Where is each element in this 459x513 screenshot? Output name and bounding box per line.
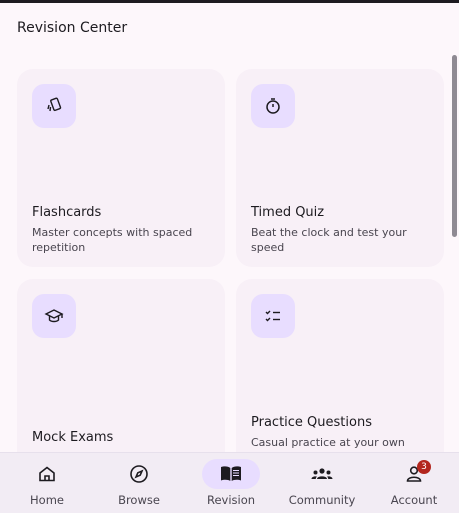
flashcards-icon xyxy=(32,84,76,128)
flashcards-card[interactable]: Flashcards Master concepts with spaced r… xyxy=(17,69,225,267)
card-title: Mock Exams xyxy=(32,430,114,445)
notification-badge: 3 xyxy=(417,460,431,474)
scrollbar[interactable] xyxy=(452,55,457,237)
people-icon xyxy=(293,459,351,489)
timed-quiz-card[interactable]: Timed Quiz Beat the clock and test your … xyxy=(236,69,444,267)
nav-item-revision[interactable]: Revision xyxy=(185,453,277,513)
nav-item-account[interactable]: 3 Account xyxy=(368,453,459,513)
nav-label: Browse xyxy=(118,493,160,507)
nav-label: Home xyxy=(30,493,64,507)
card-description: Beat the clock and test your speed xyxy=(251,226,407,254)
nav-label: Revision xyxy=(206,493,256,507)
nav-item-browse[interactable]: Browse xyxy=(93,453,185,513)
card-title: Timed Quiz xyxy=(251,205,325,220)
page-title: Revision Center xyxy=(17,20,128,36)
card-description: Master concepts with spaced repetition xyxy=(32,226,193,254)
revision-cards-grid[interactable]: Flashcards Master concepts with spaced r… xyxy=(0,56,459,452)
card-description: Casual practice at your own xyxy=(251,436,405,449)
nav-item-home[interactable]: Home xyxy=(1,453,93,513)
nav-label: Community xyxy=(288,493,356,507)
book-icon xyxy=(202,459,260,489)
nav-label: Account xyxy=(390,493,438,507)
compass-icon xyxy=(110,459,168,489)
practice-questions-card[interactable]: Practice Questions Casual practice at yo… xyxy=(236,279,444,452)
card-title: Practice Questions xyxy=(251,415,372,430)
graduation-cap-icon xyxy=(32,294,76,338)
top-border xyxy=(0,0,459,3)
nav-item-community[interactable]: Community xyxy=(276,453,368,513)
card-title: Flashcards xyxy=(32,205,102,220)
timer-icon xyxy=(251,84,295,128)
mock-exams-card[interactable]: Mock Exams xyxy=(17,279,225,452)
home-icon xyxy=(18,459,76,489)
account-icon xyxy=(385,459,443,489)
bottom-navigation: Home Browse Revision Community 3 Account xyxy=(0,452,459,513)
checklist-icon xyxy=(251,294,295,338)
